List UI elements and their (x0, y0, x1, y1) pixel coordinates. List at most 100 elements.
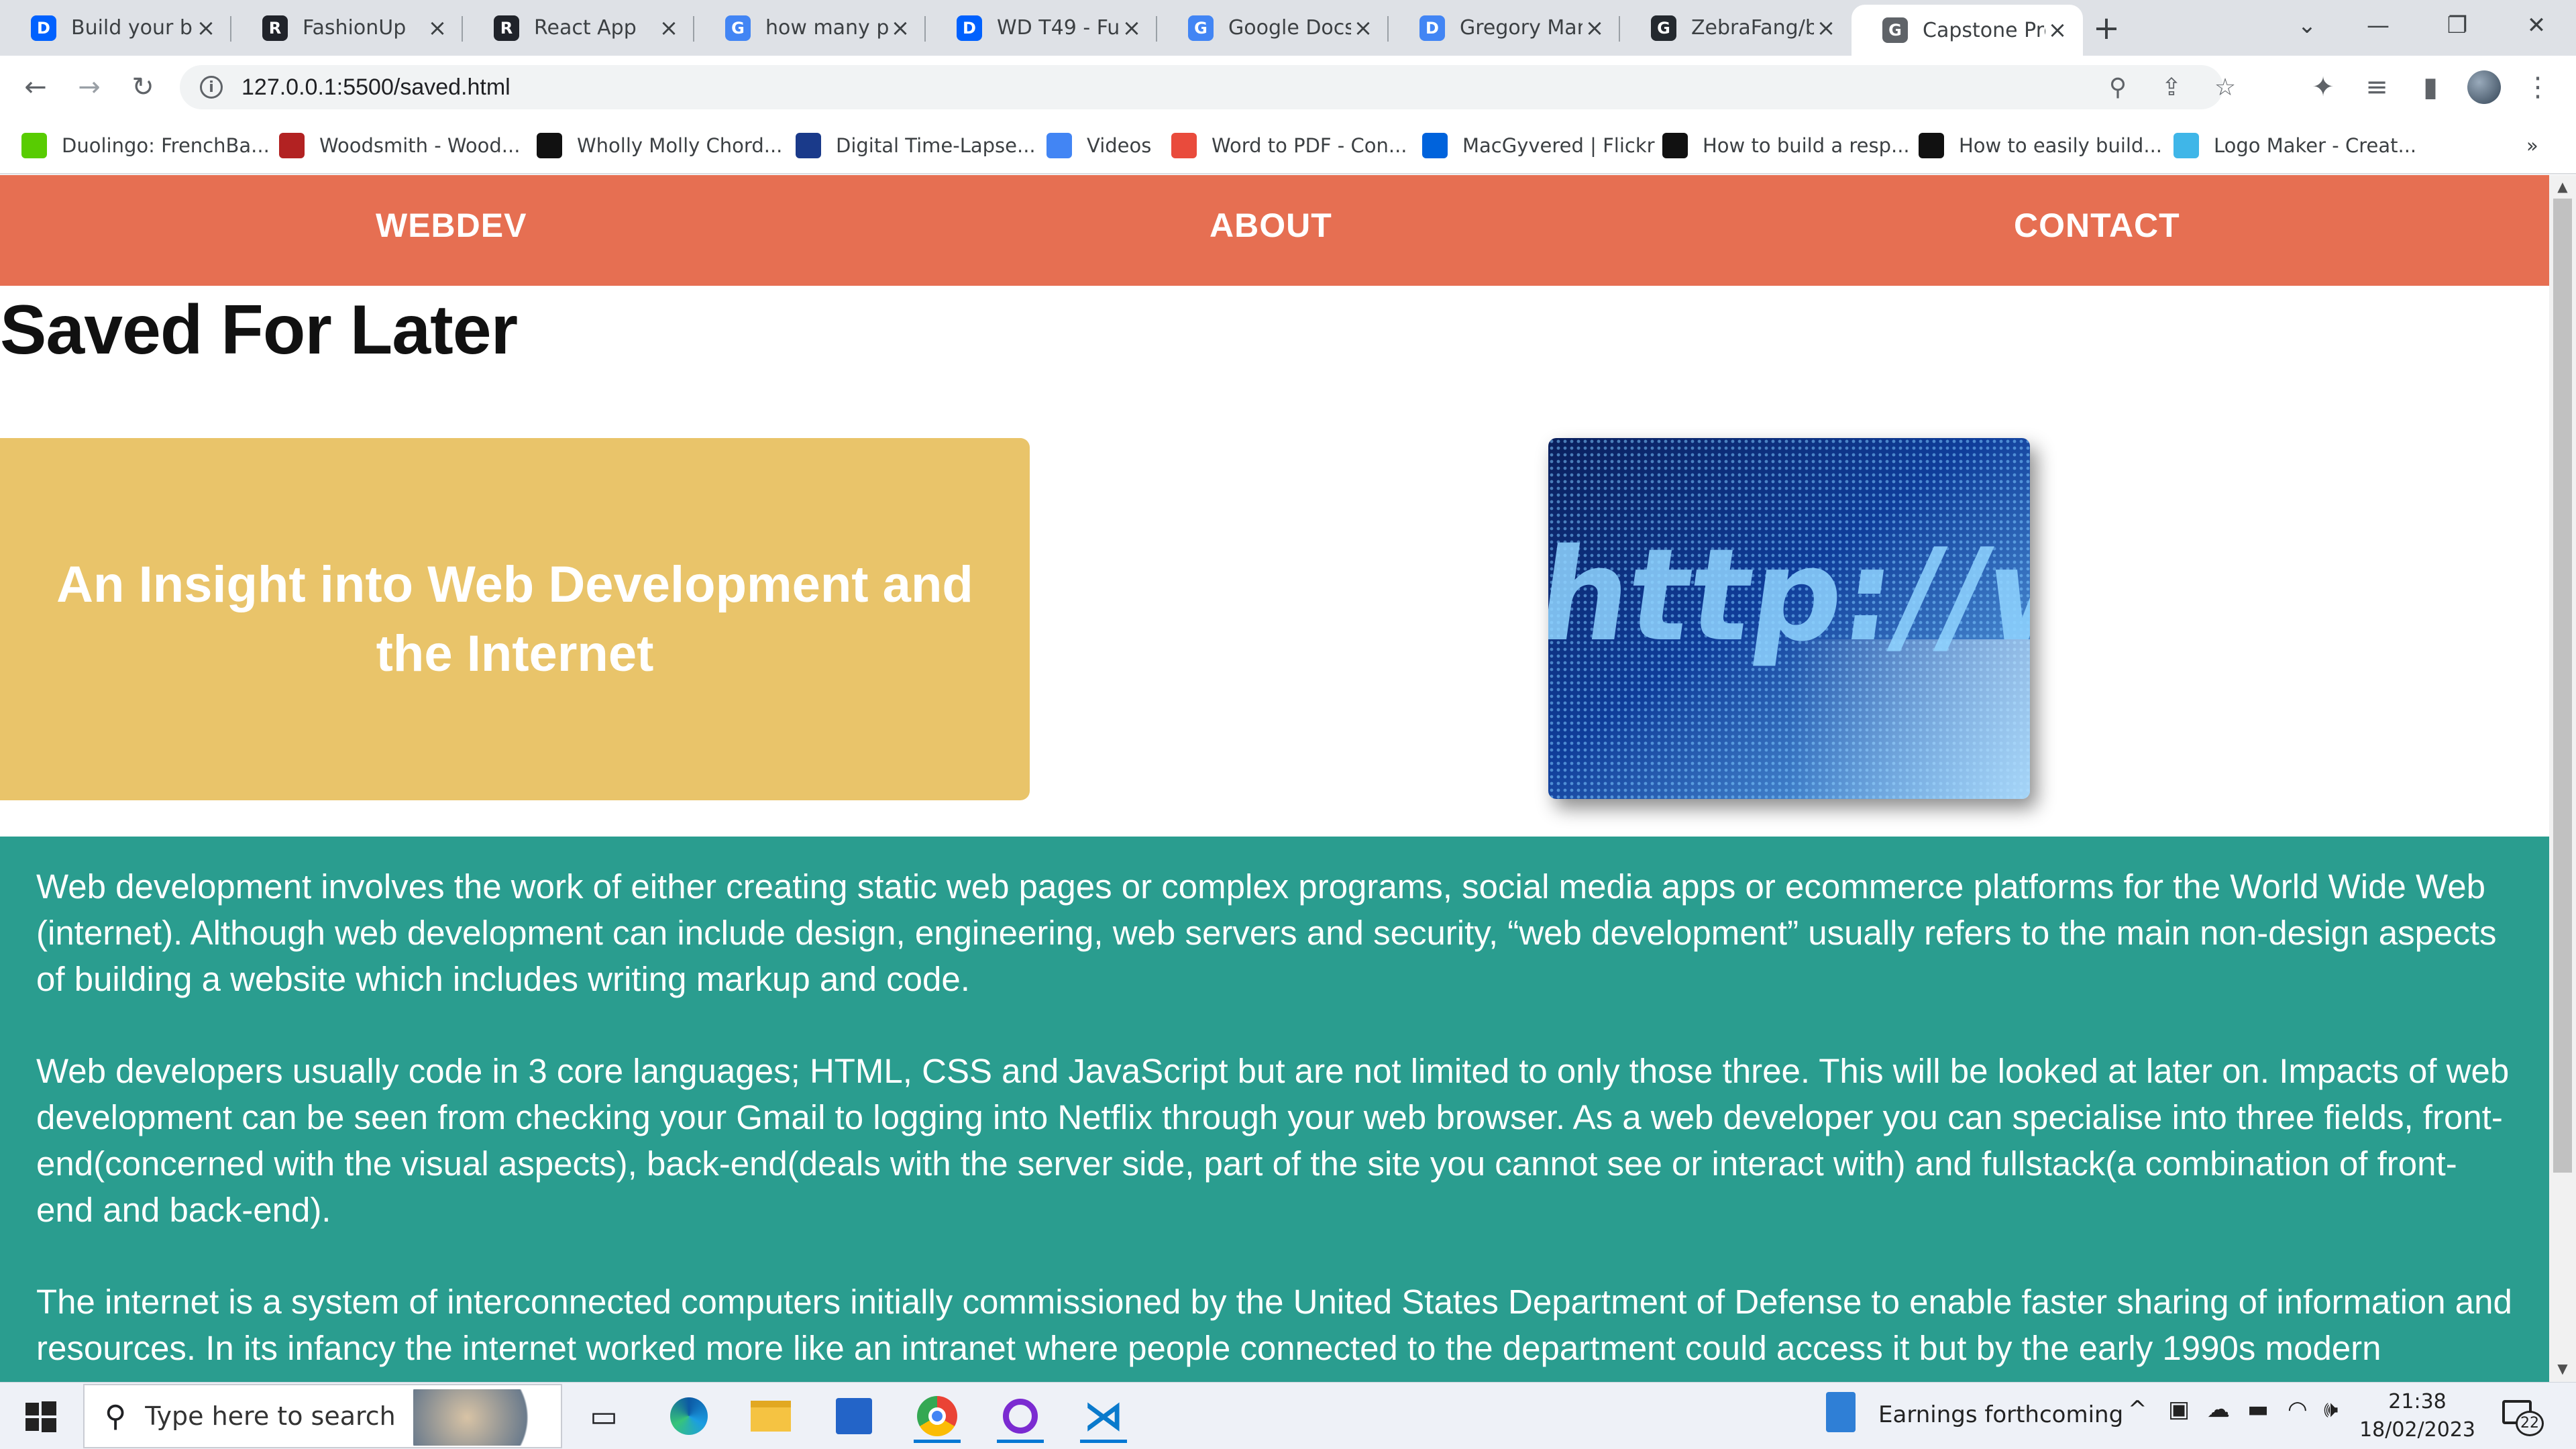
wifi-icon[interactable]: ◠ (2288, 1396, 2308, 1423)
task-view-icon[interactable]: ▭ (567, 1389, 641, 1443)
bookmark-item[interactable]: Duolingo: FrenchBa... (21, 126, 270, 165)
bookmark-label: How to build a resp... (1703, 134, 1910, 157)
news-weather-icon[interactable] (1826, 1392, 1856, 1432)
browser-tab[interactable]: G ZebraFang/by× (1620, 0, 1851, 56)
tab-title: Gregory Mans (1460, 16, 1582, 40)
bookmark-label: Word to PDF - Con... (1212, 134, 1407, 157)
zoom-icon[interactable]: ⚲ (2098, 68, 2137, 107)
bookmark-label: Woodsmith - Wood... (319, 134, 521, 157)
bookmark-label: Digital Time-Lapse... (836, 134, 1036, 157)
bookmark-item[interactable]: Word to PDF - Con... (1171, 126, 1407, 165)
address-bar[interactable]: i 127.0.0.1:5500/saved.html ⚲ ⇪ ☆ (180, 65, 2236, 109)
restore-icon[interactable]: ❐ (2418, 0, 2497, 51)
edge-icon[interactable] (652, 1389, 726, 1443)
browser-tab[interactable]: D Build your bra× (0, 0, 231, 56)
tab-close-icon[interactable]: × (425, 15, 449, 42)
tab-close-icon[interactable]: × (657, 15, 681, 42)
profile-avatar[interactable] (2466, 69, 2502, 105)
forward-icon[interactable]: → (71, 69, 107, 105)
docs-icon: D (1419, 15, 1445, 41)
bookmark-star-icon[interactable]: ☆ (2206, 68, 2245, 107)
scroll-down-icon[interactable]: ▼ (2549, 1360, 2576, 1378)
vscode-icon[interactable]: ⋊ (1067, 1389, 1140, 1443)
bookmarks-bar: Duolingo: FrenchBa... Woodsmith - Wood...… (0, 118, 2576, 174)
browser-tab[interactable]: G Capstone Proj× (1851, 5, 2083, 56)
cortana-icon[interactable] (983, 1389, 1057, 1443)
bookmark-label: MacGyvered | Flickr (1462, 134, 1655, 157)
file-explorer-icon[interactable] (734, 1389, 808, 1443)
menu-icon[interactable]: ⋮ (2520, 69, 2556, 105)
globe-icon: G (1882, 17, 1908, 43)
clock[interactable]: 21:38 18/02/2023 (2359, 1388, 2475, 1444)
notification-icon[interactable]: 22 (2502, 1396, 2546, 1436)
bookmark-item[interactable]: Digital Time-Lapse... (796, 126, 1036, 165)
browser-tab[interactable]: Ghow many pag× (694, 0, 926, 56)
news-text[interactable]: Earnings forthcoming (1878, 1401, 2123, 1428)
store-icon[interactable] (817, 1389, 891, 1443)
bookmark-item[interactable]: Logo Maker - Creat... (2174, 126, 2416, 165)
tray-chevron-icon[interactable]: ^ (2128, 1396, 2147, 1423)
tab-close-icon[interactable]: × (1351, 15, 1375, 42)
scroll-up-icon[interactable]: ▲ (2549, 178, 2576, 196)
reload-icon[interactable]: ↻ (125, 69, 161, 105)
bookmark-item[interactable]: How to easily build... (1919, 126, 2162, 165)
bookmark-label: Logo Maker - Creat... (2214, 134, 2417, 157)
bookmark-item[interactable]: Videos (1046, 126, 1151, 165)
battery-icon[interactable]: ▬ (2247, 1396, 2269, 1423)
duolingo-icon (21, 133, 47, 158)
hero-card: An Insight into Web Development and the … (0, 438, 1030, 800)
meet-icon[interactable]: ▣ (2168, 1396, 2190, 1423)
media-icon[interactable]: ≡ (2359, 69, 2395, 105)
dropbox-icon: D (957, 15, 982, 41)
clock-date: 18/02/2023 (2359, 1418, 2475, 1442)
nav-link-webdev[interactable]: WEBDEV (376, 206, 527, 245)
logo-maker-icon (2174, 133, 2199, 158)
tab-close-icon[interactable]: × (888, 15, 912, 42)
tab-close-icon[interactable]: × (1814, 15, 1838, 42)
browser-tab[interactable]: R FashionUp × (231, 0, 463, 56)
tab-close-icon[interactable]: × (1582, 15, 1607, 42)
windows-start-icon[interactable] (24, 1400, 58, 1434)
extensions-icon[interactable]: ✦ (2305, 69, 2341, 105)
url-text[interactable]: 127.0.0.1:5500/saved.html (241, 74, 511, 101)
bookmark-item[interactable]: MacGyvered | Flickr (1422, 126, 1655, 165)
new-tab-button[interactable]: + (2083, 0, 2130, 56)
notification-count: 22 (2516, 1411, 2544, 1436)
browser-tab[interactable]: D Gregory Mans× (1389, 0, 1620, 56)
tab-title: Google Docs: (1228, 16, 1351, 40)
search-highlight-icon[interactable] (413, 1389, 547, 1446)
chrome-icon[interactable] (900, 1389, 974, 1443)
minimize-icon[interactable]: — (2339, 0, 2418, 51)
bookmark-item[interactable]: Wholly Molly Chord... (537, 126, 782, 165)
close-window-icon[interactable]: ✕ (2497, 0, 2576, 51)
share-icon[interactable]: ⇪ (2152, 68, 2191, 107)
page-viewport: WEBDEV ABOUT CONTACT Saved For Later An … (0, 175, 2549, 1382)
bookmark-label: Wholly Molly Chord... (577, 134, 783, 157)
nav-link-contact[interactable]: CONTACT (2014, 206, 2180, 245)
taskbar-search[interactable]: ⚲ Type here to search (83, 1384, 562, 1448)
browser-tab[interactable]: G Google Docs: × (1157, 0, 1389, 56)
react-icon: R (262, 15, 288, 41)
clock-time: 21:38 (2388, 1390, 2447, 1413)
onedrive-icon[interactable]: ☁ (2207, 1396, 2230, 1423)
browser-toolbar: ← → ↻ i 127.0.0.1:5500/saved.html ⚲ ⇪ ☆ … (0, 56, 2576, 118)
bookmark-label: Videos (1087, 134, 1152, 157)
tab-title: how many pag (765, 16, 888, 40)
browser-tab[interactable]: D WD T49 - Func× (926, 0, 1157, 56)
back-icon[interactable]: ← (17, 69, 54, 105)
dev-icon (1919, 133, 1944, 158)
volume-icon[interactable]: 🕪 (2324, 1396, 2338, 1423)
bookmark-item[interactable]: How to build a resp... (1662, 126, 1910, 165)
tab-close-icon[interactable]: × (2045, 17, 2070, 44)
browser-tab[interactable]: R React App × (463, 0, 694, 56)
tab-close-icon[interactable]: × (194, 15, 218, 42)
nav-link-about[interactable]: ABOUT (1210, 206, 1332, 245)
scrollbar-thumb[interactable] (2553, 199, 2572, 1173)
bookmarks-overflow-icon[interactable]: » (2526, 126, 2538, 165)
search-placeholder: Type here to search (145, 1401, 396, 1431)
site-info-icon[interactable]: i (200, 76, 223, 99)
tab-close-icon[interactable]: × (1120, 15, 1144, 42)
tab-search-icon[interactable]: ⌄ (2267, 0, 2347, 51)
bookmark-item[interactable]: Woodsmith - Wood... (279, 126, 520, 165)
side-panel-icon[interactable]: ▮ (2412, 69, 2449, 105)
